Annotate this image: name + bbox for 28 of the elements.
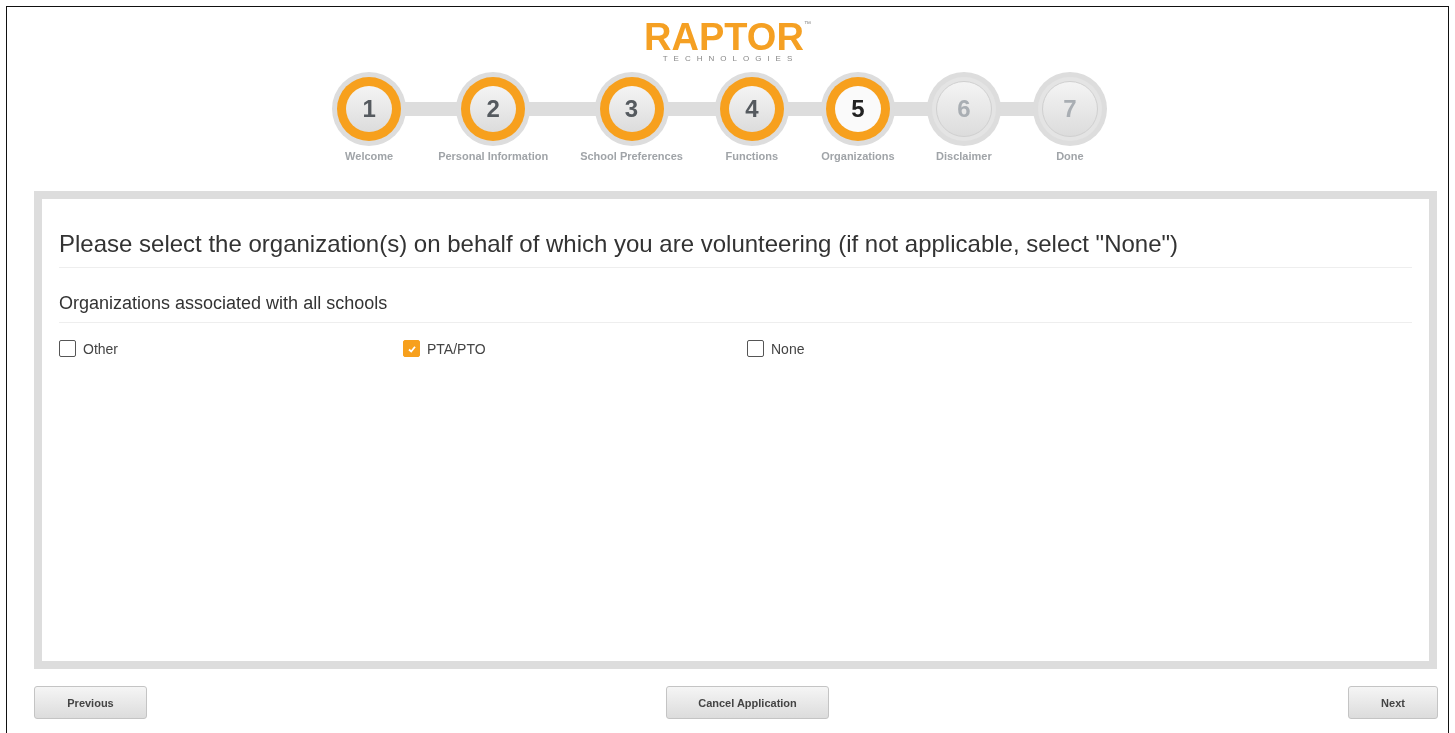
step-label: Personal Information bbox=[438, 150, 549, 162]
step-label: Disclaimer bbox=[936, 150, 992, 162]
step-label: Functions bbox=[725, 150, 779, 162]
checkbox[interactable] bbox=[403, 340, 420, 357]
check-icon bbox=[406, 343, 417, 354]
checkbox-label[interactable]: Other bbox=[83, 340, 118, 357]
previous-button[interactable]: Previous bbox=[34, 686, 147, 719]
logo-tagline: TECHNOLOGIES bbox=[662, 54, 799, 63]
question-heading: Please select the organization(s) on behalf of which you are volunteering (if not applicable, select "None") bbox=[59, 230, 1412, 268]
cancel-application-button[interactable]: Cancel Application bbox=[666, 686, 829, 719]
step-circle: 2 bbox=[456, 72, 531, 146]
section-heading: Organizations associated with all schools bbox=[59, 293, 1412, 323]
step-circle: 3 bbox=[594, 72, 669, 146]
step-label: Welcome bbox=[345, 150, 394, 162]
step-circle: 6 bbox=[926, 72, 1001, 146]
checkbox[interactable] bbox=[747, 340, 764, 357]
step-label: Organizations bbox=[821, 150, 895, 162]
next-button[interactable]: Next bbox=[1348, 686, 1438, 719]
checkbox-label[interactable]: PTA/PTO bbox=[427, 340, 486, 357]
checkbox[interactable] bbox=[59, 340, 76, 357]
logo-wordmark: RAPTOR bbox=[644, 20, 804, 54]
step-circle: 1 bbox=[332, 72, 407, 146]
checkbox-label[interactable]: None bbox=[771, 340, 805, 357]
step-circle: 4 bbox=[714, 72, 789, 146]
step-label: School Preferences bbox=[580, 150, 683, 162]
step-circle: 5 bbox=[820, 72, 895, 146]
step-circle: 7 bbox=[1032, 72, 1107, 146]
step-label: Done bbox=[1056, 150, 1084, 162]
